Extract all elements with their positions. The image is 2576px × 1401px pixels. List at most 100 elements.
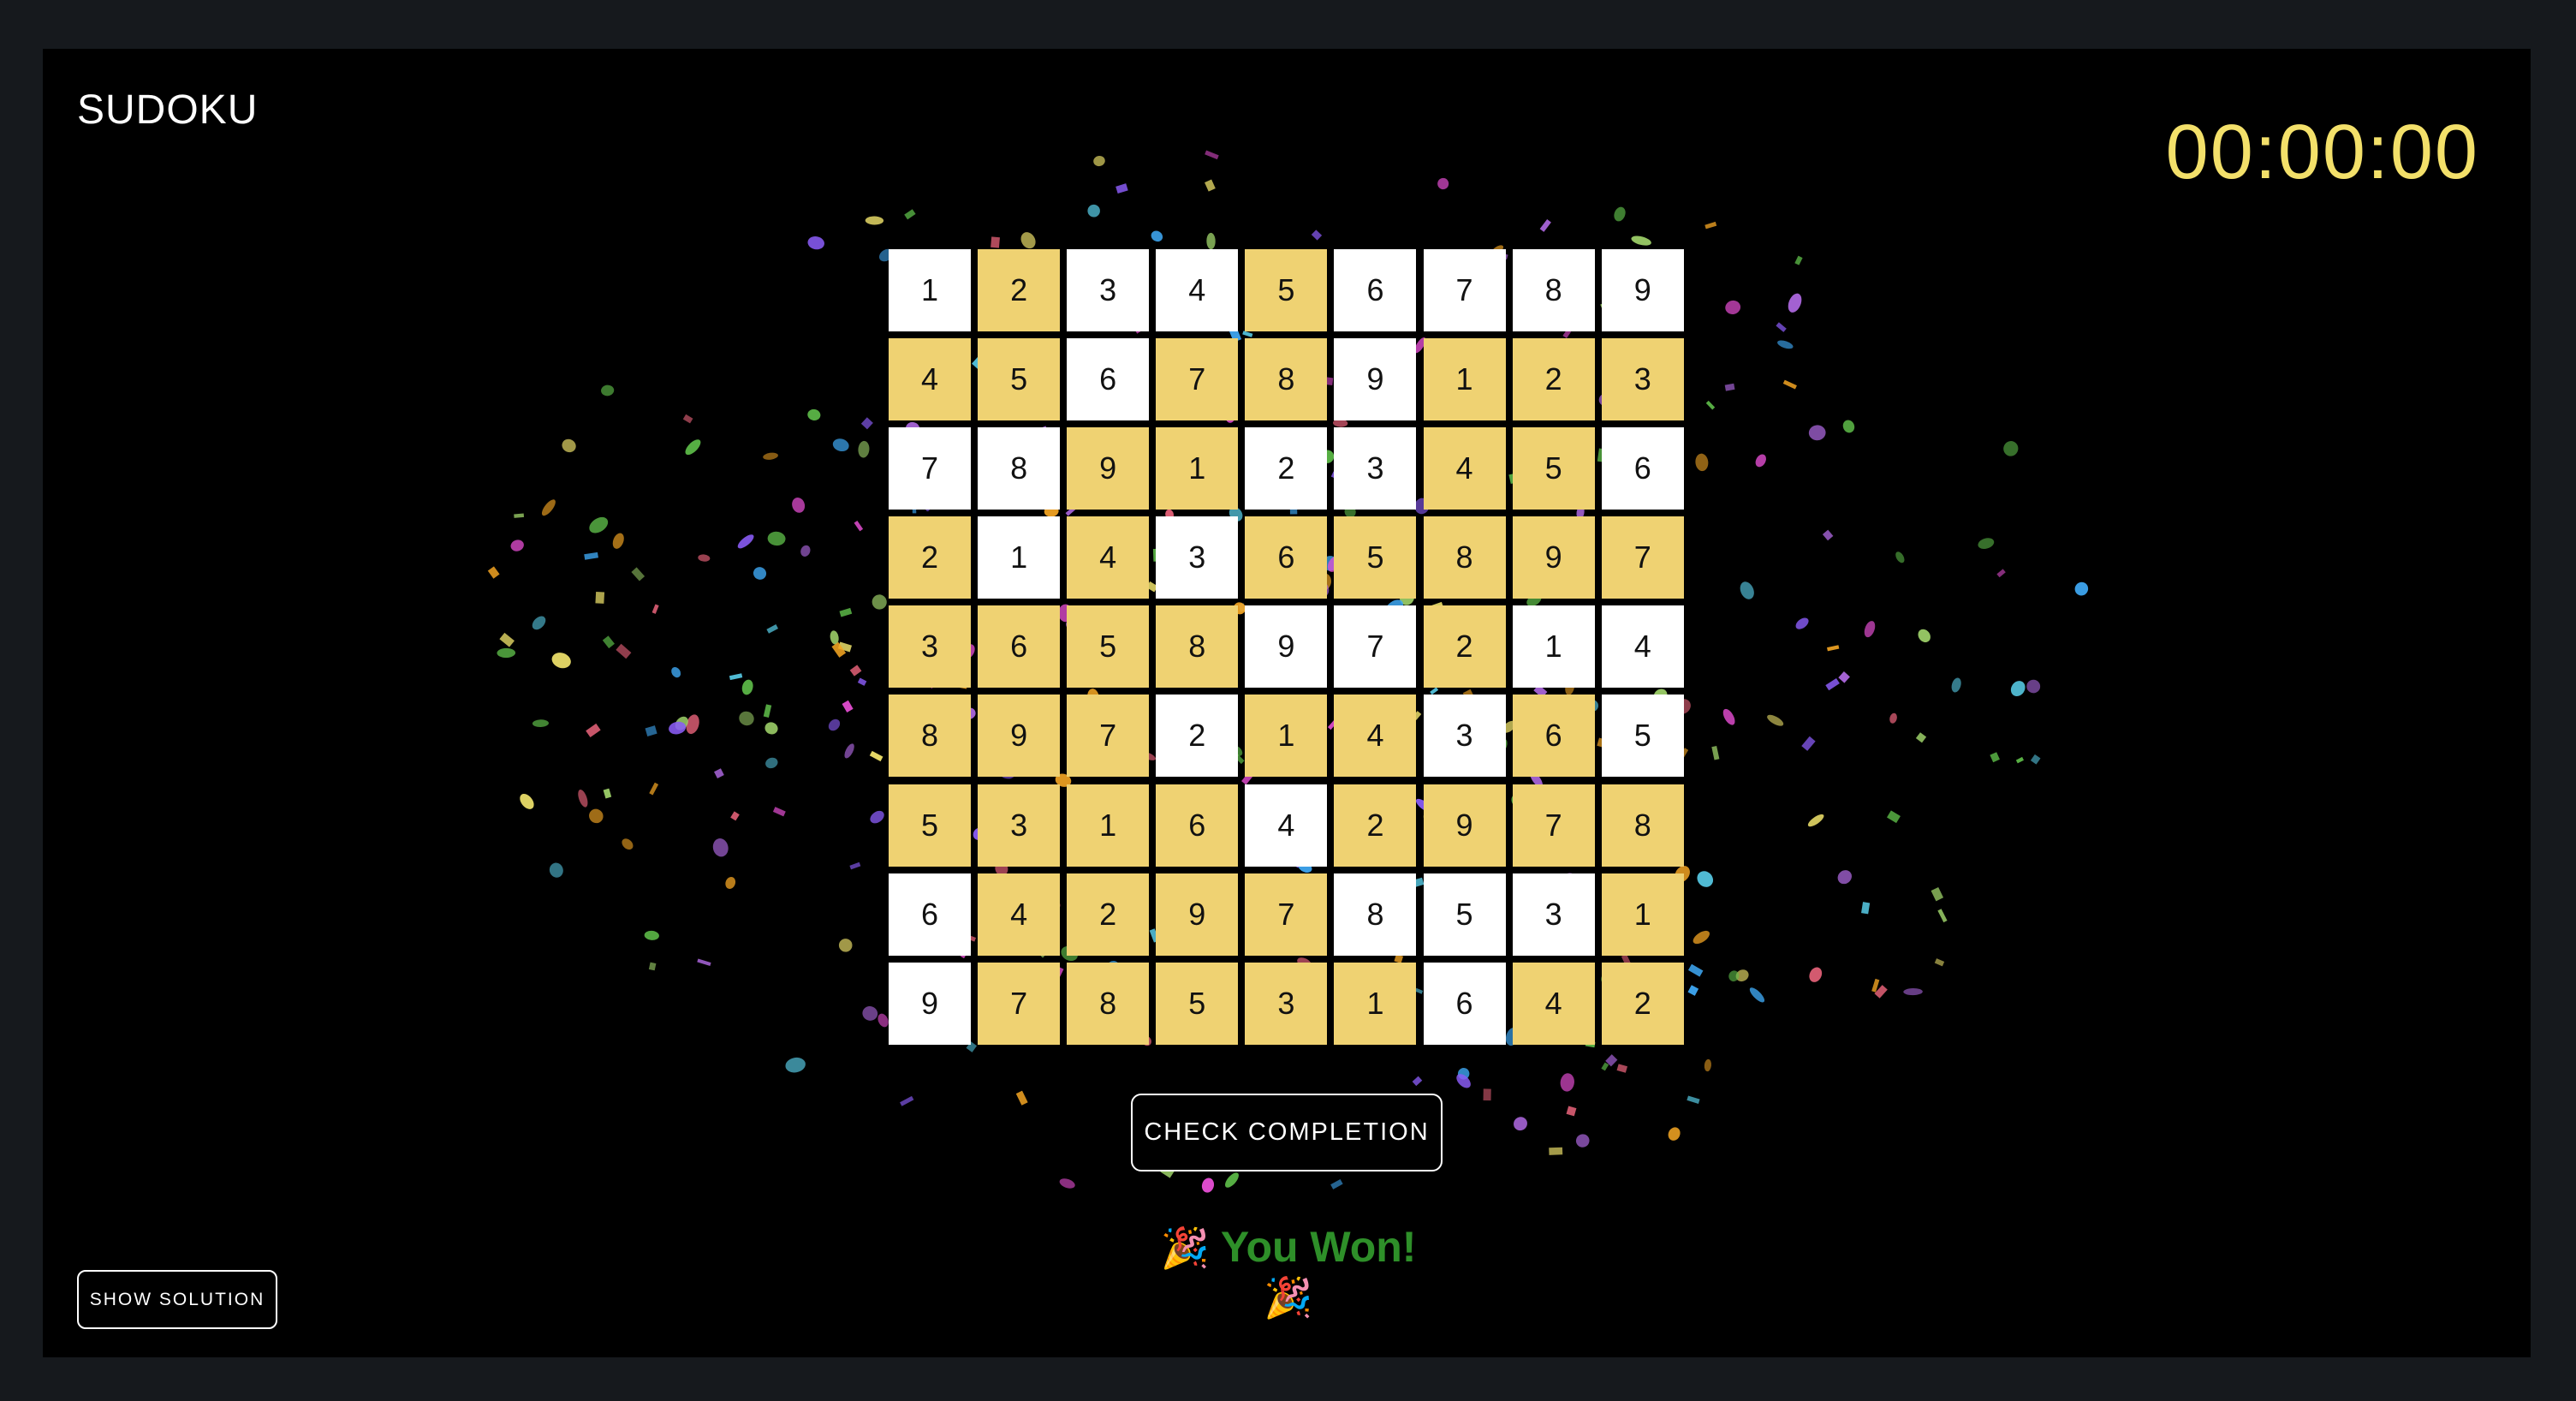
sudoku-cell[interactable]: 5 [1512, 427, 1595, 510]
sudoku-cell[interactable]: 7 [1601, 516, 1684, 599]
confetti-piece [1996, 569, 2006, 578]
sudoku-cell[interactable]: 3 [1601, 338, 1684, 421]
confetti-piece [1514, 1117, 1527, 1131]
confetti-piece [1842, 420, 1855, 433]
confetti-piece [1020, 232, 1036, 249]
confetti-piece [1903, 987, 1923, 996]
confetti-piece [602, 635, 615, 649]
sudoku-cell[interactable]: 1 [1334, 962, 1417, 1045]
sudoku-cell[interactable]: 8 [1067, 962, 1150, 1045]
confetti-piece [686, 714, 699, 735]
confetti-piece [830, 630, 839, 645]
sudoku-cell[interactable]: 4 [889, 338, 971, 421]
sudoku-cell[interactable]: 8 [1423, 516, 1506, 599]
sudoku-cell[interactable]: 4 [978, 873, 1061, 956]
sudoku-cell[interactable]: 7 [1156, 338, 1239, 421]
confetti-piece [541, 499, 556, 516]
sudoku-cell: 2 [1245, 427, 1328, 510]
sudoku-cell[interactable]: 4 [1334, 695, 1417, 778]
sudoku-cell[interactable]: 1 [1245, 695, 1328, 778]
confetti-piece [698, 554, 711, 562]
sudoku-cell[interactable]: 1 [1067, 784, 1150, 867]
check-completion-button[interactable]: CHECK COMPLETION [1131, 1094, 1443, 1171]
confetti-piece [584, 551, 598, 560]
confetti-piece [1755, 454, 1766, 468]
confetti-piece [1614, 206, 1626, 222]
sudoku-cell[interactable]: 8 [1601, 784, 1684, 867]
sudoku-cell[interactable]: 6 [1245, 516, 1328, 599]
sudoku-cell[interactable]: 8 [1156, 605, 1239, 689]
sudoku-cell[interactable]: 7 [978, 962, 1061, 1045]
sudoku-cell[interactable]: 6 [1512, 695, 1595, 778]
sudoku-cell: 7 [1334, 605, 1417, 689]
confetti-piece [1838, 671, 1850, 683]
confetti-piece [1437, 177, 1449, 190]
confetti-piece [792, 498, 806, 513]
sudoku-cell[interactable]: 4 [1067, 516, 1150, 599]
sudoku-cell[interactable]: 8 [889, 695, 971, 778]
sudoku-cell[interactable]: 5 [1156, 962, 1239, 1045]
sudoku-cell[interactable]: 4 [1512, 962, 1595, 1045]
sudoku-cell[interactable]: 6 [978, 605, 1061, 689]
sudoku-cell[interactable]: 7 [1245, 873, 1328, 956]
confetti-piece [753, 567, 767, 580]
confetti-piece [1725, 300, 1741, 314]
confetti-piece [1457, 1068, 1470, 1080]
sudoku-cell[interactable]: 5 [1245, 249, 1328, 331]
confetti-piece [1782, 379, 1797, 390]
confetti-piece [645, 725, 657, 736]
confetti-piece [2010, 681, 2026, 697]
sudoku-cell[interactable]: 4 [1423, 427, 1506, 510]
sudoku-cell: 4 [1245, 784, 1328, 867]
sudoku-cell[interactable]: 2 [978, 249, 1061, 331]
sudoku-cell: 4 [1601, 605, 1684, 689]
sudoku-cell[interactable]: 7 [1512, 784, 1595, 867]
sudoku-cell[interactable]: 9 [1423, 784, 1506, 867]
confetti-piece [1937, 909, 1948, 923]
confetti-piece [1874, 985, 1888, 999]
confetti-piece [869, 750, 883, 762]
sudoku-cell[interactable]: 2 [1423, 605, 1506, 689]
sudoku-cell[interactable]: 5 [889, 784, 971, 867]
sudoku-cell[interactable]: 3 [1245, 962, 1328, 1045]
sudoku-cell[interactable]: 2 [1334, 784, 1417, 867]
confetti-piece [1015, 1090, 1028, 1106]
show-solution-button[interactable]: SHOW SOLUTION [77, 1270, 277, 1329]
sudoku-cell[interactable]: 3 [889, 605, 971, 689]
confetti-piece [551, 653, 571, 669]
confetti-piece [837, 641, 853, 653]
confetti-piece [603, 788, 612, 799]
sudoku-cell[interactable]: 9 [1512, 516, 1595, 599]
sudoku-cell[interactable]: 2 [1601, 962, 1684, 1045]
confetti-piece [1311, 230, 1323, 241]
sudoku-cell: 9 [1245, 605, 1328, 689]
sudoku-cell[interactable]: 9 [978, 695, 1061, 778]
confetti-piece [2015, 756, 2025, 764]
sudoku-cell: 1 [978, 516, 1061, 599]
sudoku-cell[interactable]: 2 [1067, 873, 1150, 956]
sudoku-cell[interactable]: 7 [1067, 695, 1150, 778]
sudoku-cell[interactable]: 9 [1156, 873, 1239, 956]
confetti-piece [1695, 453, 1709, 472]
sudoku-cell[interactable]: 2 [1512, 338, 1595, 421]
sudoku-cell[interactable]: 5 [1334, 516, 1417, 599]
confetti-piece [763, 452, 778, 460]
confetti-piece [1951, 677, 1961, 693]
sudoku-cell[interactable]: 2 [889, 516, 971, 599]
sudoku-cell: 2 [1156, 695, 1239, 778]
sudoku-cell[interactable]: 8 [1245, 338, 1328, 421]
sudoku-cell[interactable]: 9 [1067, 427, 1150, 510]
sudoku-cell[interactable]: 6 [1156, 784, 1239, 867]
confetti-piece [900, 1095, 914, 1106]
sudoku-cell[interactable]: 5 [1067, 605, 1150, 689]
sudoku-cell[interactable]: 3 [978, 784, 1061, 867]
confetti-piece [1889, 712, 1897, 724]
confetti-piece [651, 604, 659, 614]
sudoku-cell[interactable]: 5 [978, 338, 1061, 421]
confetti-piece [772, 807, 786, 817]
confetti-piece [697, 958, 711, 967]
sudoku-cell[interactable]: 1 [1423, 338, 1506, 421]
sudoku-cell[interactable]: 1 [1156, 427, 1239, 510]
confetti-piece [1864, 621, 1876, 638]
sudoku-cell[interactable]: 1 [1601, 873, 1684, 956]
